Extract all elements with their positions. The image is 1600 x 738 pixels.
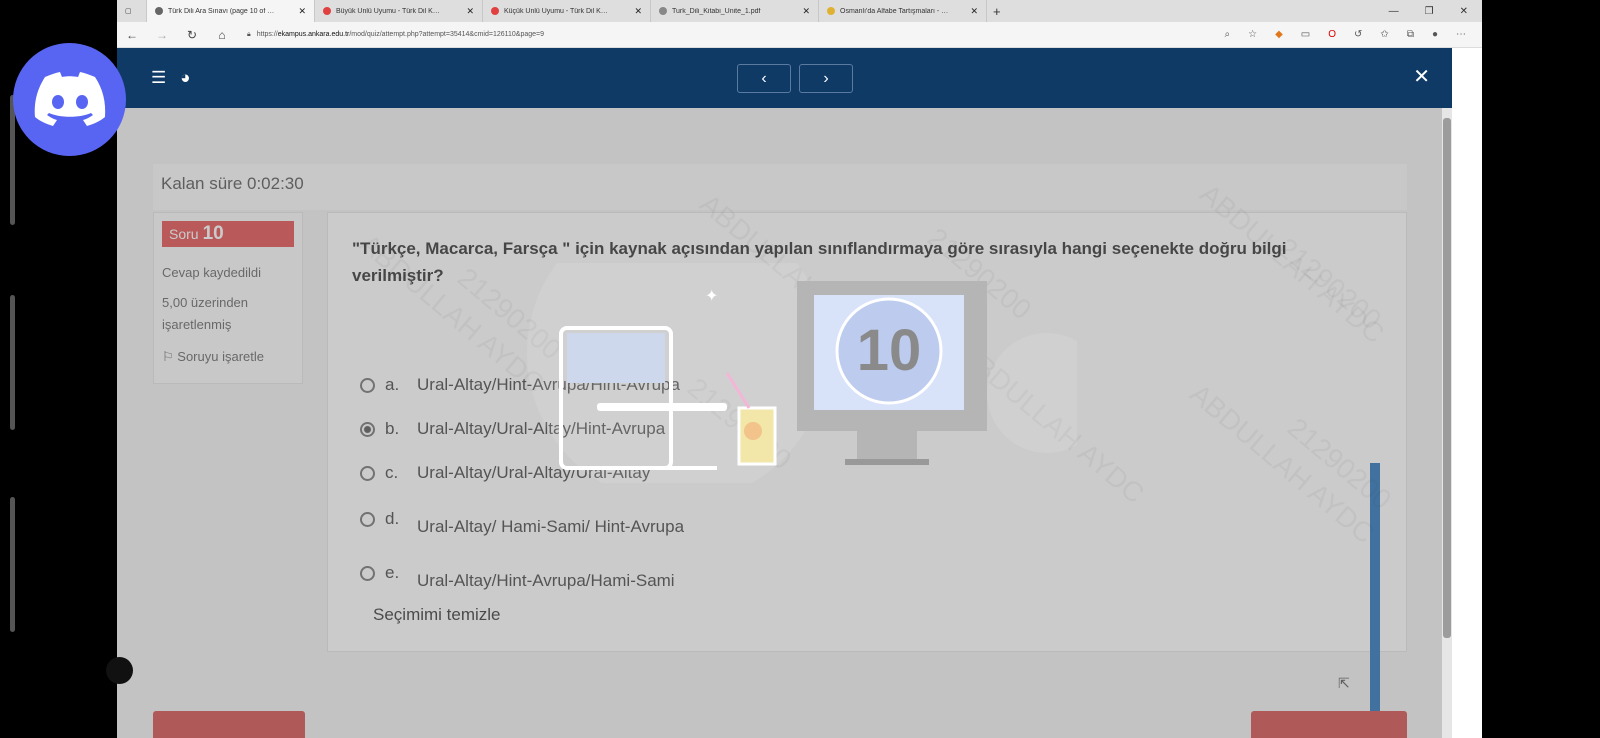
- new-tab-button[interactable]: +: [987, 4, 1007, 19]
- answer-letter: d.: [385, 509, 400, 528]
- tab-favicon-icon: [659, 7, 667, 15]
- menu-icon[interactable]: ⋯: [1456, 29, 1466, 40]
- tab-close-icon[interactable]: ✕: [298, 6, 306, 17]
- tab-title: Turk_Dili_Kitabi_Unite_1.pdf: [672, 7, 761, 15]
- answer-text: Ural-Altay/ Hami-Sami/ Hint-Avrupa: [417, 517, 685, 536]
- quiz-page: Kalan süre 0:02:30 Soru 10 Cevap kaydedi…: [117, 108, 1442, 738]
- extension-icon[interactable]: ▭: [1301, 29, 1310, 40]
- collections-icon[interactable]: ⧉: [1407, 29, 1414, 40]
- browser-tab[interactable]: Turk_Dili_Kitabi_Unite_1.pdf ✕: [651, 0, 819, 22]
- close-icon[interactable]: ✕: [1413, 64, 1430, 89]
- tab-favicon-icon: [323, 7, 331, 15]
- tab-favicon-icon: [155, 7, 163, 15]
- tab-favicon-icon: [827, 7, 835, 15]
- profile-icon[interactable]: ●: [1432, 29, 1438, 40]
- tab-close-icon[interactable]: ✕: [466, 6, 474, 17]
- answer-letter: b.: [385, 419, 400, 438]
- answer-letter: c.: [385, 463, 399, 482]
- tab-title: Türk Dili Ara Sınavı (page 10 of …: [168, 7, 275, 15]
- clear-selection-link[interactable]: Seçimimi temizle: [373, 605, 501, 625]
- back-icon[interactable]: ←: [117, 28, 147, 42]
- tab-title: Osmanlı'da Alfabe Tartışmaları - …: [840, 7, 949, 15]
- address-bar: ← → ↻ ⌂ 🔒︎ https://ekampus.ankara.edu.tr/…: [117, 22, 1482, 48]
- scrollbar-thumb[interactable]: [1443, 118, 1451, 638]
- flag-question[interactable]: ⚐ Soruyu işaretle: [162, 349, 294, 365]
- answer-text: Ural-Altay/Hint-Avrupa/Hami-Sami: [417, 571, 675, 590]
- radio-button[interactable]: [360, 511, 375, 527]
- discord-overlay-icon[interactable]: [13, 43, 126, 156]
- answer-status: Cevap kaydedildi: [162, 265, 262, 280]
- dashboard-icon[interactable]: ◕: [180, 68, 190, 88]
- hamburger-menu-icon[interactable]: ☰: [151, 68, 166, 88]
- prev-page-button[interactable]: ‹: [737, 64, 791, 93]
- browser-tab[interactable]: Küçük Ünlü Uyumu - Türk Dil K… ✕: [483, 0, 651, 22]
- question-label: Soru: [169, 226, 199, 242]
- answer-option[interactable]: c. Ural-Altay/Ural-Altay/Ural-Altay: [360, 463, 650, 483]
- reload-icon[interactable]: ↻: [177, 28, 207, 42]
- question-mark: 5,00 üzerinden işaretlenmiş: [162, 295, 249, 333]
- lock-icon: 🔒︎: [247, 30, 251, 38]
- answer-option[interactable]: b. Ural-Altay/Ural-Altay/Hint-Avrupa: [360, 419, 665, 439]
- opera-icon[interactable]: O: [1328, 29, 1336, 40]
- tab-favicon-icon: [491, 7, 499, 15]
- radio-selected[interactable]: [360, 421, 375, 437]
- close-window-icon[interactable]: ✕: [1460, 6, 1468, 17]
- radio-button[interactable]: [360, 377, 375, 393]
- side-decoration: [10, 295, 15, 430]
- window-margin: [1452, 48, 1482, 738]
- flag-label: Soruyu işaretle: [177, 348, 264, 364]
- next-page-button-bottom[interactable]: [1251, 711, 1407, 738]
- answer-option[interactable]: d. Ural-Altay/ Hami-Sami/ Hint-Avrupa: [360, 509, 684, 536]
- content-scrollbar[interactable]: [1370, 463, 1380, 735]
- answer-option[interactable]: a. Ural-Altay/Hint-Avrupa/Hint-Avrupa: [360, 375, 680, 395]
- answer-text: Ural-Altay/Ural-Altay/Ural-Altay: [417, 463, 651, 482]
- tab-bar: ▢ Türk Dili Ara Sınavı (page 10 of … ✕ Büy…: [117, 0, 1482, 22]
- extension-fox-icon[interactable]: ◆: [1275, 29, 1283, 40]
- browser-tab[interactable]: Osmanlı'da Alfabe Tartışmaları - … ✕: [819, 0, 987, 22]
- favorites-icon[interactable]: ✩: [1380, 29, 1388, 40]
- url-prefix: https://: [256, 30, 278, 38]
- floating-button[interactable]: [106, 657, 133, 684]
- url-host: ekampus.ankara.edu.tr: [277, 30, 350, 38]
- restore-icon[interactable]: ❐: [1425, 6, 1434, 17]
- flag-icon: ⚐: [162, 348, 174, 364]
- question-info: Soru 10 Cevap kaydedildi 5,00 üzerinden …: [153, 212, 303, 384]
- home-icon[interactable]: ⌂: [207, 28, 237, 42]
- side-decoration: [10, 497, 15, 632]
- minimize-icon[interactable]: —: [1389, 6, 1399, 17]
- timer: Kalan süre 0:02:30: [153, 164, 1407, 210]
- tab-title: Küçük Ünlü Uyumu - Türk Dil K…: [504, 7, 608, 15]
- browser-tab[interactable]: Büyük Ünlü Uyumu - Türk Dil K… ✕: [315, 0, 483, 22]
- favorite-icon[interactable]: ☆: [1248, 29, 1257, 40]
- tab-title: Büyük Ünlü Uyumu - Türk Dil K…: [336, 7, 440, 15]
- tab-close-icon[interactable]: ✕: [802, 6, 810, 17]
- answer-letter: e.: [385, 563, 400, 582]
- radio-button[interactable]: [360, 565, 375, 581]
- answer-text: Ural-Altay/Ural-Altay/Hint-Avrupa: [417, 419, 666, 438]
- browser-tab[interactable]: Türk Dili Ara Sınavı (page 10 of … ✕: [147, 0, 315, 22]
- question-number-badge: Soru 10: [162, 221, 294, 247]
- zoom-icon[interactable]: ⌕: [1225, 29, 1231, 40]
- tab-actions-icon[interactable]: ▢: [117, 0, 147, 22]
- quiz-navbar: ☰ ◕ ‹ › ✕: [117, 48, 1452, 108]
- page-scrollbar[interactable]: [1442, 108, 1452, 738]
- answer-letter: a.: [385, 375, 400, 394]
- forward-icon[interactable]: →: [147, 28, 177, 42]
- answer-text: Ural-Altay/Hint-Avrupa/Hint-Avrupa: [417, 375, 680, 394]
- url-path: /mod/quiz/attempt.php?attempt=35414&cmid…: [349, 30, 545, 38]
- previous-page-button[interactable]: [153, 711, 305, 738]
- question-text: "Türkçe, Macarca, Farsça " için kaynak a…: [352, 239, 1287, 286]
- question-content: "Türkçe, Macarca, Farsça " için kaynak a…: [327, 212, 1407, 735]
- radio-button[interactable]: [360, 465, 375, 481]
- tab-close-icon[interactable]: ✕: [970, 6, 978, 17]
- next-page-button[interactable]: ›: [799, 64, 853, 93]
- tab-close-icon[interactable]: ✕: [634, 6, 642, 17]
- url-field[interactable]: 🔒︎ https://ekampus.ankara.edu.tr/mod/quiz…: [247, 31, 1225, 39]
- mouse-cursor: ⇱: [1338, 675, 1350, 691]
- refresh-extension-icon[interactable]: ↺: [1354, 29, 1362, 40]
- question-number: 10: [202, 223, 224, 244]
- browser-window: ▢ Türk Dili Ara Sınavı (page 10 of … ✕ Büy…: [117, 0, 1482, 738]
- answer-option[interactable]: e. Ural-Altay/Hint-Avrupa/Hami-Sami: [360, 563, 675, 590]
